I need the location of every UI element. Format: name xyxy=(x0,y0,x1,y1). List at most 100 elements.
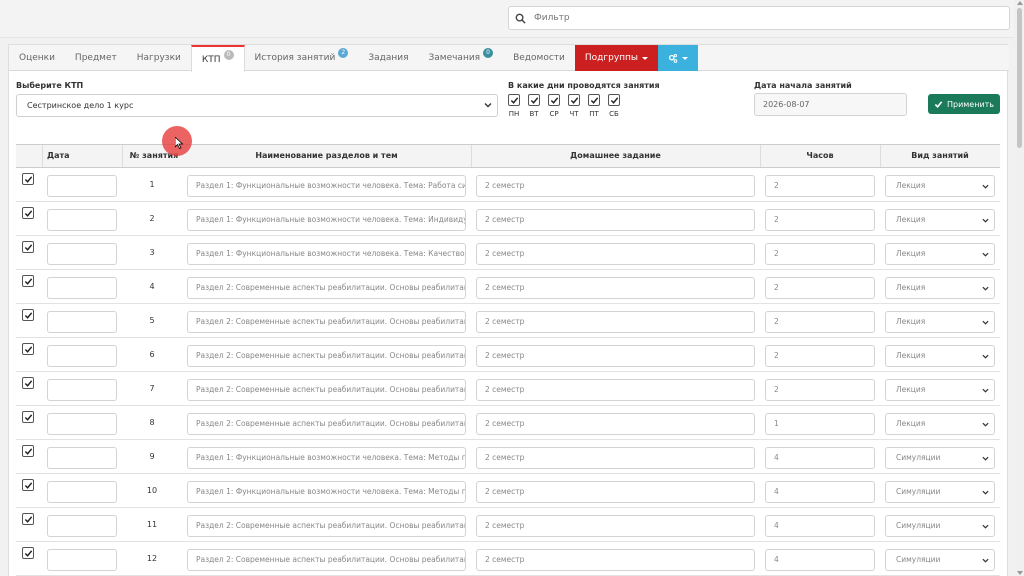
row-type-select[interactable]: Лекция xyxy=(885,413,995,435)
row-homework-input[interactable]: 2 семестр xyxy=(476,481,755,503)
row-checkbox[interactable] xyxy=(22,377,34,389)
row-homework-input[interactable]: 2 семестр xyxy=(476,243,755,265)
row-homework-input[interactable]: 2 семестр xyxy=(476,549,755,571)
row-title-input[interactable]: Раздел 2: Современные аспекты реабилитац… xyxy=(187,549,466,571)
row-hours-input[interactable]: 2 xyxy=(765,379,875,401)
row-type-select[interactable]: Лекция xyxy=(885,209,995,231)
checkbox[interactable] xyxy=(588,94,600,106)
row-homework-input[interactable]: 2 семестр xyxy=(476,209,755,231)
row-hours-input[interactable]: 2 xyxy=(765,175,875,197)
row-checkbox[interactable] xyxy=(22,207,34,219)
row-type-select[interactable]: Лекция xyxy=(885,175,995,197)
row-hours-input[interactable]: 2 xyxy=(765,243,875,265)
row-title-input[interactable]: Раздел 1: Функциональные возможности чел… xyxy=(187,243,466,265)
row-date-input[interactable] xyxy=(47,549,117,571)
ktp-select[interactable]: Сестринское дело 1 курс xyxy=(16,94,498,117)
row-hours-input[interactable]: 4 xyxy=(765,515,875,537)
checkbox[interactable] xyxy=(528,94,540,106)
row-checkbox[interactable] xyxy=(22,309,34,321)
row-type-select[interactable]: Лекция xyxy=(885,379,995,401)
row-title-input[interactable]: Раздел 2: Современные аспекты реабилитац… xyxy=(187,311,466,333)
tab-subject[interactable]: Предмет xyxy=(65,45,127,71)
tab-grades[interactable]: Оценки xyxy=(9,45,65,71)
row-date-input[interactable] xyxy=(47,175,117,197)
row-title-input[interactable]: Раздел 2: Современные аспекты реабилитац… xyxy=(187,413,466,435)
row-type-select[interactable]: Лекция xyxy=(885,243,995,265)
apply-button[interactable]: Применить xyxy=(928,94,1000,114)
row-checkbox[interactable] xyxy=(22,547,34,559)
row-type-select[interactable]: Симуляции xyxy=(885,447,995,469)
row-homework-input[interactable]: 2 семестр xyxy=(476,345,755,367)
row-title-input[interactable]: Раздел 1: Функциональные возможности чел… xyxy=(187,209,466,231)
row-checkbox[interactable] xyxy=(22,513,34,525)
row-checkbox[interactable] xyxy=(22,479,34,491)
row-title-input[interactable]: Раздел 1: Функциональные возможности чел… xyxy=(187,481,466,503)
row-date-input[interactable] xyxy=(47,311,117,333)
row-checkbox[interactable] xyxy=(22,343,34,355)
tab-loads[interactable]: Нагрузки xyxy=(127,45,191,71)
row-date-input[interactable] xyxy=(47,515,117,537)
row-checkbox[interactable] xyxy=(22,173,34,185)
tab-statements[interactable]: Ведомости xyxy=(503,45,575,71)
scroll-thumb[interactable] xyxy=(1017,8,1022,148)
row-title-input[interactable]: Раздел 2: Современные аспекты реабилитац… xyxy=(187,379,466,401)
tab-ktp[interactable]: КТП 0 xyxy=(190,45,245,72)
row-date-input[interactable] xyxy=(47,209,117,231)
checkbox[interactable] xyxy=(548,94,560,106)
weekday-wed[interactable]: СР xyxy=(548,94,560,118)
row-type-select[interactable]: Симуляции xyxy=(885,481,995,503)
row-title-input[interactable]: Раздел 1: Функциональные возможности чел… xyxy=(187,175,466,197)
page-scrollbar[interactable] xyxy=(1015,0,1024,576)
start-date-input[interactable]: 2026-08-07 xyxy=(754,93,907,116)
row-checkbox[interactable] xyxy=(22,241,34,253)
row-type-select[interactable]: Лекция xyxy=(885,277,995,299)
scroll-down-arrow-icon[interactable] xyxy=(1017,571,1023,575)
row-title-input[interactable]: Раздел 2: Современные аспекты реабилитац… xyxy=(187,277,466,299)
tab-assignments[interactable]: Задания xyxy=(358,45,418,71)
row-homework-input[interactable]: 2 семестр xyxy=(476,311,755,333)
row-type-select[interactable]: Симуляции xyxy=(885,515,995,537)
row-homework-input[interactable]: 2 семестр xyxy=(476,447,755,469)
tab-remarks[interactable]: Замечания 0 xyxy=(419,45,504,71)
checkbox[interactable] xyxy=(568,94,580,106)
row-checkbox[interactable] xyxy=(22,445,34,457)
settings-dropdown[interactable] xyxy=(658,45,699,71)
row-type-select[interactable]: Лекция xyxy=(885,311,995,333)
row-date-input[interactable] xyxy=(47,345,117,367)
row-homework-input[interactable]: 2 семестр xyxy=(476,175,755,197)
row-homework-input[interactable]: 2 семестр xyxy=(476,413,755,435)
row-date-input[interactable] xyxy=(47,481,117,503)
checkbox[interactable] xyxy=(508,94,520,106)
filter-input[interactable] xyxy=(534,13,974,23)
row-homework-input[interactable]: 2 семестр xyxy=(476,379,755,401)
row-hours-input[interactable]: 2 xyxy=(765,277,875,299)
row-date-input[interactable] xyxy=(47,413,117,435)
tab-lesson-history[interactable]: История занятий 2 xyxy=(245,45,359,71)
row-title-input[interactable]: Раздел 2: Современные аспекты реабилитац… xyxy=(187,515,466,537)
row-homework-input[interactable]: 2 семестр xyxy=(476,515,755,537)
row-date-input[interactable] xyxy=(47,277,117,299)
subgroups-dropdown[interactable]: Подгруппы xyxy=(574,45,659,71)
row-hours-input[interactable]: 1 xyxy=(765,413,875,435)
row-date-input[interactable] xyxy=(47,379,117,401)
weekday-tue[interactable]: ВТ xyxy=(528,94,540,118)
checkbox[interactable] xyxy=(608,94,620,106)
weekday-fri[interactable]: ПТ xyxy=(588,94,600,118)
row-type-select[interactable]: Симуляции xyxy=(885,549,995,571)
weekday-thu[interactable]: ЧТ xyxy=(568,94,580,118)
row-homework-input[interactable]: 2 семестр xyxy=(476,277,755,299)
row-hours-input[interactable]: 2 xyxy=(765,311,875,333)
row-hours-input[interactable]: 4 xyxy=(765,549,875,571)
row-title-input[interactable]: Раздел 1: Функциональные возможности чел… xyxy=(187,447,466,469)
row-hours-input[interactable]: 4 xyxy=(765,447,875,469)
scroll-up-arrow-icon[interactable] xyxy=(1017,1,1023,5)
row-date-input[interactable] xyxy=(47,243,117,265)
row-hours-input[interactable]: 2 xyxy=(765,209,875,231)
row-hours-input[interactable]: 4 xyxy=(765,481,875,503)
row-date-input[interactable] xyxy=(47,447,117,469)
row-hours-input[interactable]: 2 xyxy=(765,345,875,367)
weekday-sat[interactable]: СБ xyxy=(608,94,620,118)
weekday-mon[interactable]: ПН xyxy=(508,94,520,118)
row-title-input[interactable]: Раздел 2: Современные аспекты реабилитац… xyxy=(187,345,466,367)
filter-search[interactable] xyxy=(508,6,1010,30)
